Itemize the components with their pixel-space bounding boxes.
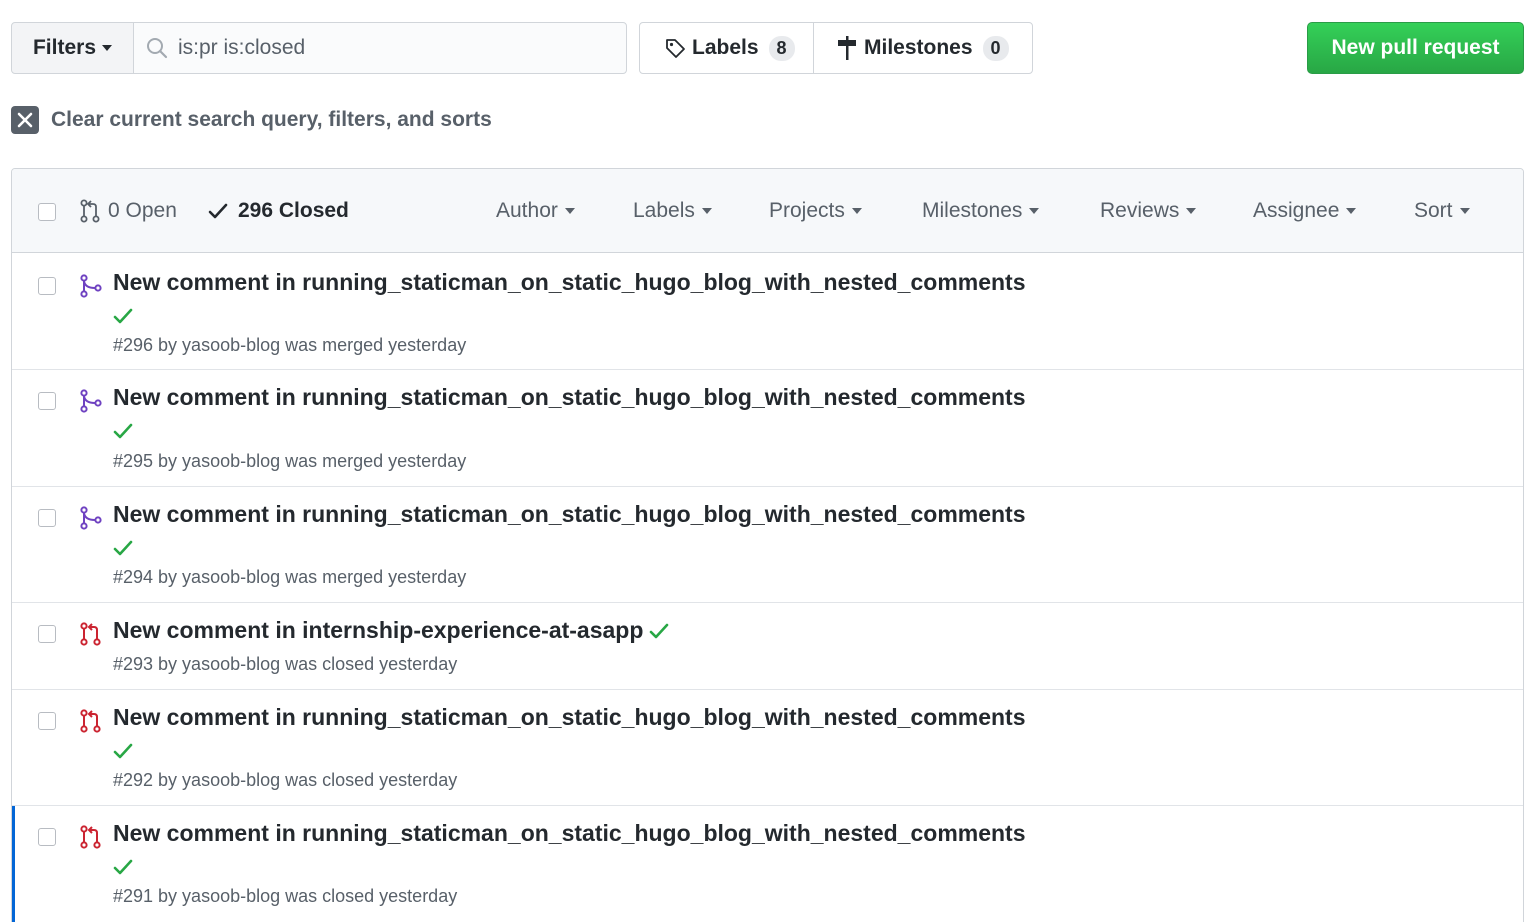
success-check-icon[interactable] — [113, 858, 133, 876]
success-check-icon[interactable] — [113, 742, 133, 760]
pr-title-link[interactable]: New comment in running_staticman_on_stat… — [113, 704, 1026, 731]
sort-label: Sort — [1414, 199, 1453, 222]
search-icon — [147, 38, 168, 59]
labels-filter-label: Labels — [633, 199, 695, 222]
pr-title-link[interactable]: New comment in internship-experience-at-… — [113, 617, 669, 644]
pr-meta: #293 by yasoob-blog was closed yesterday — [113, 654, 458, 674]
closed-pull-request-icon — [80, 825, 101, 849]
list-item[interactable]: New comment in running_staticman_on_stat… — [12, 253, 1523, 370]
labels-link[interactable]: Labels 8 — [640, 23, 814, 73]
filters-label: Filters — [32, 36, 97, 59]
list-item[interactable]: New comment in running_staticman_on_stat… — [12, 690, 1523, 806]
pr-meta: #292 by yasoob-blog was closed yesterday — [113, 770, 458, 790]
pr-meta: #296 by yasoob-blog was merged yesterday — [113, 335, 467, 355]
labels-link-label: Labels — [692, 36, 759, 59]
caret-down-icon — [1346, 208, 1357, 214]
search-field[interactable] — [133, 22, 627, 74]
list-header: 0 Open 296 Closed Author Labels Projects… — [12, 169, 1523, 253]
pr-title-link[interactable]: New comment in running_staticman_on_stat… — [113, 820, 1026, 847]
merge-icon — [80, 389, 102, 413]
caret-down-icon — [851, 208, 862, 214]
success-check-icon[interactable] — [113, 307, 133, 325]
success-check-icon[interactable] — [113, 422, 133, 440]
row-checkbox[interactable] — [38, 509, 56, 527]
success-check-icon[interactable] — [113, 539, 133, 557]
pr-meta: #294 by yasoob-blog was merged yesterday — [113, 567, 467, 587]
merge-icon — [80, 506, 102, 530]
select-all-checkbox[interactable] — [38, 203, 56, 221]
milestones-count-badge: 0 — [982, 35, 1009, 61]
pr-meta: #291 by yasoob-blog was closed yesterday — [113, 886, 458, 906]
row-checkbox[interactable] — [38, 625, 56, 643]
pr-title-link[interactable]: New comment in running_staticman_on_stat… — [113, 501, 1026, 528]
labels-milestones-group: Labels 8 Milestones 0 — [639, 22, 1033, 74]
new-pull-request-label: New pull request — [1331, 36, 1500, 59]
assignee-filter-label: Assignee — [1253, 199, 1340, 222]
search-input[interactable] — [178, 36, 598, 60]
row-checkbox[interactable] — [38, 277, 56, 295]
success-check-icon[interactable] — [649, 622, 669, 640]
pr-meta: #295 by yasoob-blog was merged yesterday — [113, 451, 467, 471]
pr-title-link[interactable]: New comment in running_staticman_on_stat… — [113, 384, 1026, 411]
caret-down-icon — [102, 45, 113, 51]
assignee-filter-dropdown[interactable]: Assignee — [1253, 199, 1357, 223]
open-filter-link[interactable]: 0 Open — [80, 199, 177, 223]
caret-down-icon — [1029, 208, 1040, 214]
closed-count-label: 296 Closed — [238, 199, 349, 222]
pr-title-link[interactable]: New comment in running_staticman_on_stat… — [113, 269, 1026, 296]
open-count-label: 0 Open — [108, 199, 177, 222]
clear-filters-link[interactable]: Clear current search query, filters, and… — [11, 106, 492, 134]
reviews-filter-dropdown[interactable]: Reviews — [1100, 199, 1197, 223]
filters-dropdown-button[interactable]: Filters — [11, 22, 134, 74]
milestone-icon — [838, 36, 856, 60]
list-item[interactable]: New comment in running_staticman_on_stat… — [12, 806, 1523, 922]
caret-down-icon — [701, 208, 712, 214]
caret-down-icon — [1459, 208, 1470, 214]
milestones-link-label: Milestones — [864, 36, 973, 59]
close-icon — [11, 106, 39, 134]
list-item[interactable]: New comment in running_staticman_on_stat… — [12, 370, 1523, 487]
labels-filter-dropdown[interactable]: Labels — [633, 199, 712, 223]
milestones-link[interactable]: Milestones 0 — [814, 23, 1009, 73]
sort-dropdown[interactable]: Sort — [1414, 199, 1470, 223]
new-pull-request-button[interactable]: New pull request — [1307, 22, 1524, 74]
milestones-filter-dropdown[interactable]: Milestones — [922, 199, 1040, 223]
closed-pull-request-icon — [80, 709, 101, 733]
milestones-filter-label: Milestones — [922, 199, 1023, 222]
projects-filter-label: Projects — [769, 199, 845, 222]
caret-down-icon — [564, 208, 575, 214]
pr-title-text: New comment in internship-experience-at-… — [113, 617, 644, 643]
tag-icon — [666, 39, 685, 58]
check-icon — [208, 203, 228, 219]
row-checkbox[interactable] — [38, 392, 56, 410]
merge-icon — [80, 274, 102, 298]
reviews-filter-label: Reviews — [1100, 199, 1180, 222]
pull-request-list: 0 Open 296 Closed Author Labels Projects… — [11, 168, 1524, 922]
author-filter-label: Author — [496, 199, 558, 222]
row-checkbox[interactable] — [38, 712, 56, 730]
labels-count-badge: 8 — [768, 35, 795, 61]
list-item[interactable]: New comment in internship-experience-at-… — [12, 603, 1523, 690]
pull-request-icon — [80, 199, 100, 223]
closed-pull-request-icon — [80, 622, 101, 646]
author-filter-dropdown[interactable]: Author — [496, 199, 575, 223]
list-item[interactable]: New comment in running_staticman_on_stat… — [12, 487, 1523, 603]
closed-filter-link[interactable]: 296 Closed — [208, 199, 349, 223]
clear-filters-text: Clear current search query, filters, and… — [51, 108, 492, 131]
row-checkbox[interactable] — [38, 828, 56, 846]
projects-filter-dropdown[interactable]: Projects — [769, 199, 862, 223]
caret-down-icon — [1186, 208, 1197, 214]
